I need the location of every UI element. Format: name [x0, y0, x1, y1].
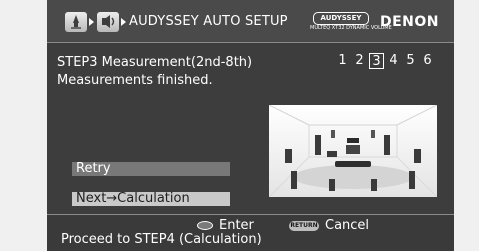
position-5: 5: [406, 53, 415, 68]
header-divider: [47, 42, 454, 43]
header-bar: AUDYSSEY AUTO SETUP AUDYSSEY MULTEQ XT32…: [47, 0, 454, 43]
footer-bar: Enter RETURN Cancel Proceed to STEP4 (Ca…: [47, 215, 454, 251]
position-1: 1: [338, 53, 347, 68]
enter-button-icon: [197, 221, 213, 230]
setup-screen: AUDYSSEY AUTO SETUP AUDYSSEY MULTEQ XT32…: [47, 0, 454, 251]
step-title: STEP3 Measurement(2nd-8th): [57, 55, 253, 70]
app-title: AUDYSSEY AUTO SETUP: [129, 14, 288, 29]
speaker-setup-icon: [65, 12, 87, 32]
breadcrumb-arrow-icon: [89, 18, 94, 26]
position-6: 6: [423, 53, 432, 68]
brand-logo: DENON: [380, 14, 440, 30]
audyssey-icon: [97, 12, 119, 32]
audyssey-logo: AUDYSSEY: [313, 12, 369, 25]
audyssey-logo-subtitle: MULTEQ XT32 DYNAMIC VOLUME: [310, 25, 392, 31]
measurement-position-indicator: 1 2 3 4 5 6: [335, 53, 435, 71]
position-current: 3: [369, 53, 384, 69]
retry-button[interactable]: Retry: [72, 162, 230, 176]
next-calculation-button[interactable]: Next→Calculation: [72, 192, 230, 206]
return-button-icon: RETURN: [289, 221, 319, 231]
position-2: 2: [355, 53, 364, 68]
breadcrumb-arrow-icon: [121, 18, 126, 26]
cancel-label: Cancel: [325, 218, 370, 233]
room-speaker-diagram: [269, 105, 437, 197]
position-4: 4: [389, 53, 398, 68]
footer-hint: Proceed to STEP4 (Calculation): [61, 232, 262, 247]
measurement-status: Measurements finished.: [57, 73, 213, 88]
